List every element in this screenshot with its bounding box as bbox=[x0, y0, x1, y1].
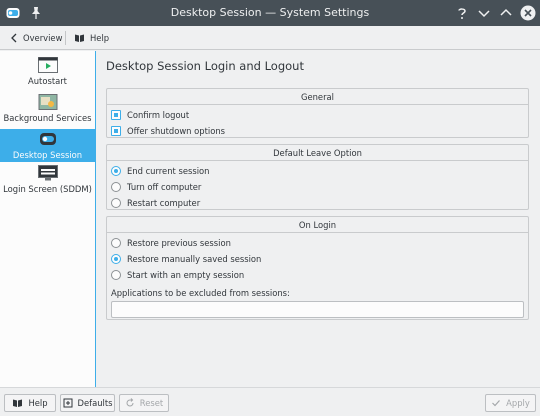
overview-button[interactable]: Overview bbox=[10, 30, 62, 46]
sidebar-item-desktop-session[interactable]: Desktop Session bbox=[0, 129, 95, 162]
exclude-apps-label: Applications to be excluded from session… bbox=[111, 288, 290, 298]
help-book-icon bbox=[13, 399, 23, 407]
restore-manually-saved-session-radio[interactable]: Restore manually saved session bbox=[111, 253, 261, 265]
help-toolbar-button[interactable]: Help bbox=[74, 30, 109, 46]
radio-label: Start with an empty session bbox=[127, 270, 245, 280]
radio-label: Restart computer bbox=[127, 198, 201, 208]
general-group: General Confirm logout Offer shutdown op… bbox=[106, 88, 529, 138]
help-book-icon bbox=[75, 34, 84, 42]
defaults-button-label: Defaults bbox=[77, 398, 113, 408]
defaults-button[interactable]: Defaults bbox=[60, 394, 115, 412]
exclude-apps-input[interactable] bbox=[111, 301, 524, 318]
radio-label: Restore manually saved session bbox=[127, 254, 262, 264]
sidebar-item-label: Autostart bbox=[28, 76, 67, 86]
radio-label: Turn off computer bbox=[127, 182, 202, 192]
autostart-icon bbox=[37, 57, 58, 73]
leave-group-title: Default Leave Option bbox=[273, 148, 362, 158]
help-button[interactable]: Help bbox=[4, 394, 56, 412]
apply-check-icon bbox=[492, 400, 501, 407]
start-empty-session-radio[interactable]: Start with an empty session bbox=[111, 269, 244, 281]
group-divider bbox=[107, 104, 528, 105]
help-toolbar-label: Help bbox=[90, 33, 110, 43]
radio-label: End current session bbox=[127, 166, 210, 176]
apply-button[interactable]: Apply bbox=[485, 394, 536, 412]
shutdown-options-label: Offer shutdown options bbox=[127, 126, 225, 136]
reset-button-label: Reset bbox=[139, 398, 164, 408]
overview-label: Overview bbox=[23, 33, 63, 43]
confirm-logout-label: Confirm logout bbox=[127, 110, 190, 120]
defaults-icon bbox=[63, 398, 73, 408]
help-window-button[interactable] bbox=[454, 5, 470, 21]
radio-button[interactable] bbox=[111, 198, 121, 208]
toolbar-separator bbox=[65, 31, 66, 45]
default-leave-option-group: Default Leave Option End current session… bbox=[106, 144, 529, 210]
apply-button-label: Apply bbox=[506, 398, 530, 408]
radio-button[interactable] bbox=[111, 254, 121, 264]
login-screen-icon bbox=[37, 165, 58, 181]
minimize-button[interactable] bbox=[476, 5, 492, 21]
sidebar-item-login-screen[interactable]: Login Screen (SDDM) bbox=[0, 165, 95, 199]
sidebar-item-autostart[interactable]: Autostart bbox=[0, 57, 95, 91]
sidebar: Autostart Background Services Desktop Se… bbox=[0, 51, 96, 387]
help-button-label: Help bbox=[28, 398, 48, 408]
checkbox-box[interactable] bbox=[111, 126, 121, 136]
on-login-group: On Login Restore previous session Restor… bbox=[106, 216, 529, 320]
toolbar: Overview Help bbox=[0, 26, 540, 50]
sidebar-item-label: Desktop Session bbox=[12, 150, 83, 160]
desktop-session-icon bbox=[39, 133, 56, 145]
group-divider bbox=[107, 232, 528, 233]
page-title: Desktop Session Login and Logout bbox=[106, 59, 304, 73]
title-bar: Desktop Session — System Settings bbox=[0, 0, 540, 26]
radio-button[interactable] bbox=[111, 182, 121, 192]
restart-computer-radio[interactable]: Restart computer bbox=[111, 197, 200, 209]
sidebar-item-label: Background Services bbox=[3, 113, 92, 123]
reset-button[interactable]: Reset bbox=[119, 394, 169, 412]
general-group-title: General bbox=[300, 92, 334, 102]
sidebar-item-background-services[interactable]: Background Services bbox=[0, 94, 95, 128]
radio-button[interactable] bbox=[111, 238, 121, 248]
main-content: Desktop Session Login and Logout General… bbox=[97, 51, 540, 387]
confirm-logout-checkbox[interactable]: Confirm logout bbox=[111, 109, 189, 121]
radio-button[interactable] bbox=[111, 166, 121, 176]
radio-button[interactable] bbox=[111, 270, 121, 280]
group-divider bbox=[107, 160, 528, 161]
login-group-title: On Login bbox=[298, 220, 337, 230]
shutdown-options-checkbox[interactable]: Offer shutdown options bbox=[111, 125, 225, 137]
turn-off-computer-radio[interactable]: Turn off computer bbox=[111, 181, 201, 193]
maximize-button[interactable] bbox=[498, 5, 514, 21]
sidebar-item-label: Login Screen (SDDM) bbox=[3, 184, 92, 194]
reset-icon bbox=[126, 398, 134, 407]
end-current-session-radio[interactable]: End current session bbox=[111, 165, 209, 177]
restore-previous-session-radio[interactable]: Restore previous session bbox=[111, 237, 231, 249]
back-arrow-icon bbox=[11, 33, 17, 43]
bottom-bar: Help Defaults Reset Apply bbox=[0, 387, 540, 416]
background-services-icon bbox=[38, 94, 57, 110]
radio-label: Restore previous session bbox=[127, 238, 231, 248]
close-button[interactable] bbox=[520, 5, 536, 21]
checkbox-box[interactable] bbox=[111, 110, 121, 120]
